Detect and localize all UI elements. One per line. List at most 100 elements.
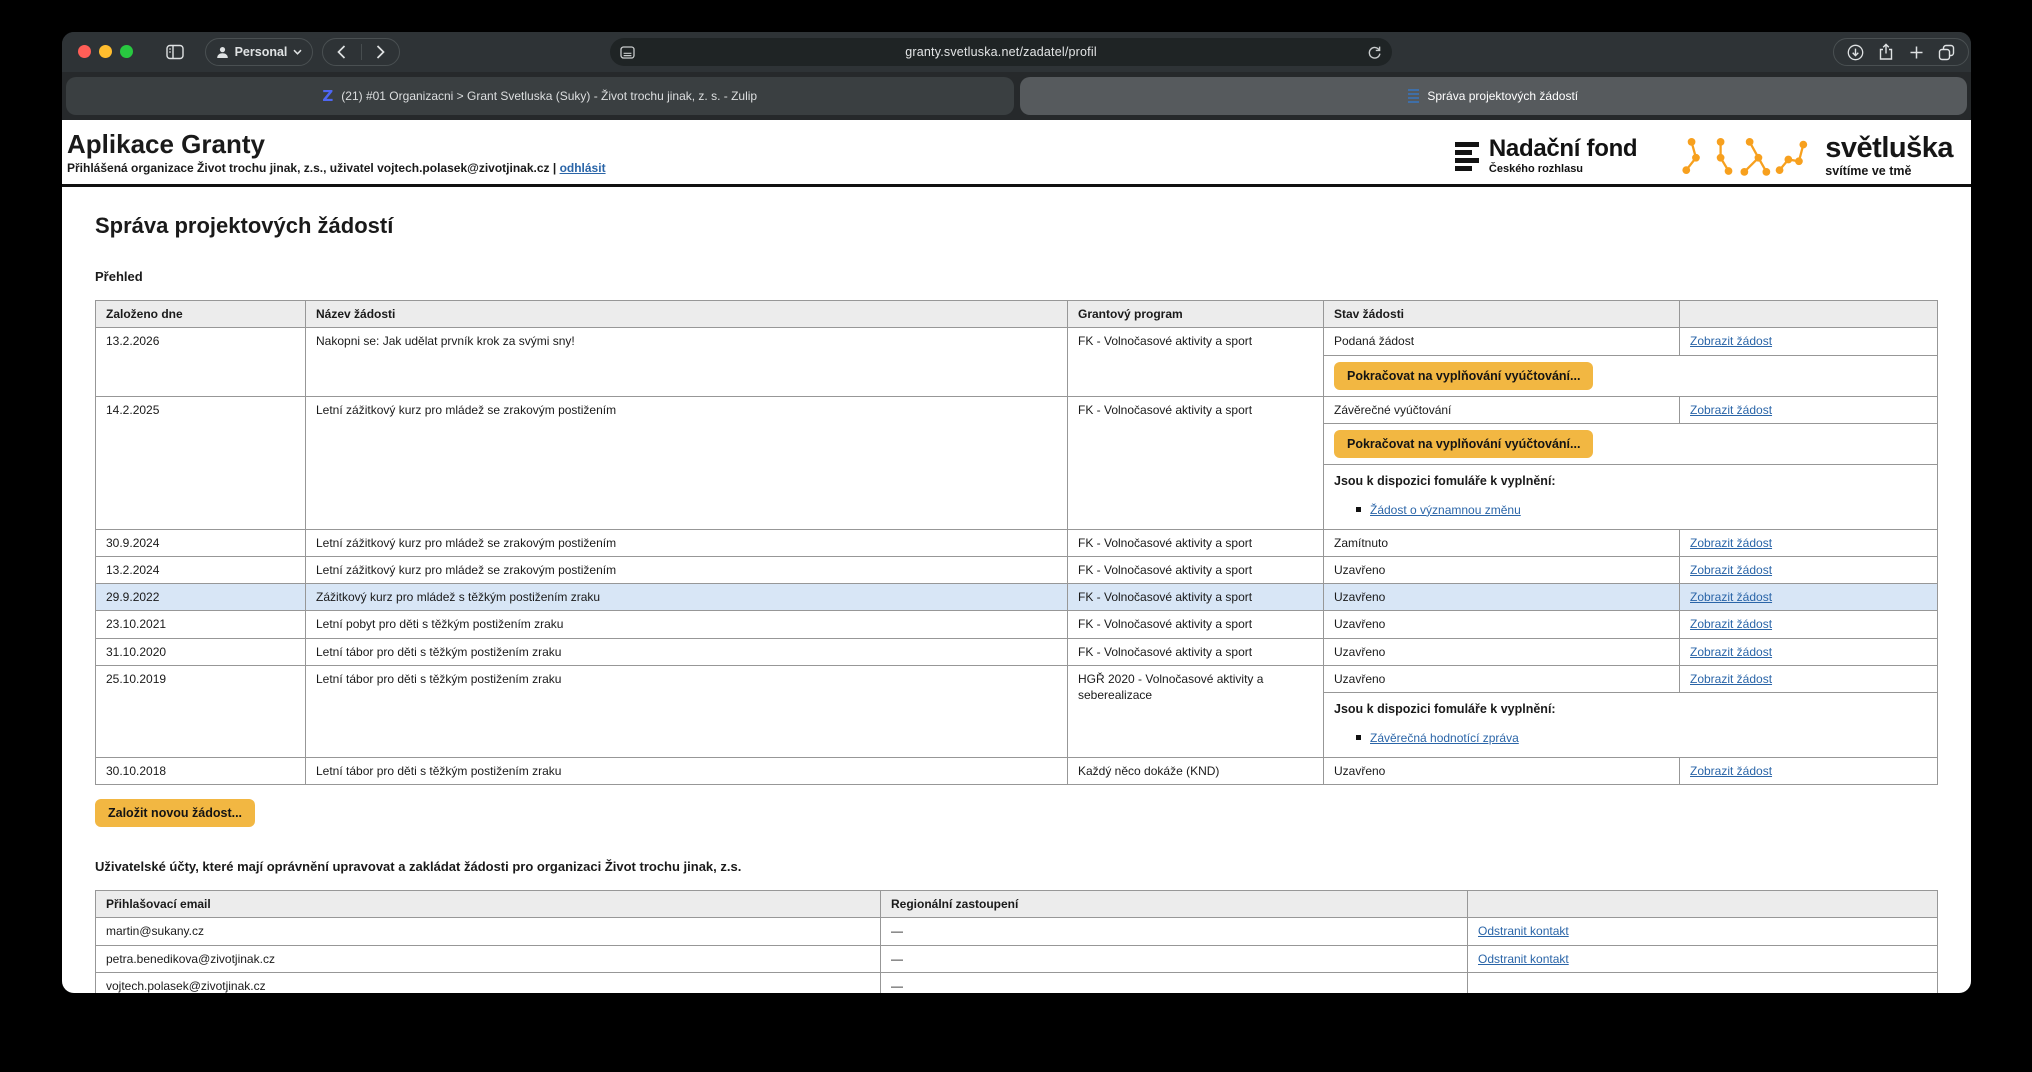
view-request-link[interactable]: Zobrazit žádost: [1690, 590, 1772, 604]
col-status: Stav žádosti: [1324, 301, 1680, 328]
url-text: granty.svetluska.net/zadatel/profil: [905, 45, 1097, 59]
request-program-cell: FK - Volnočasové aktivity a sport: [1068, 557, 1324, 584]
window-controls: [78, 45, 133, 58]
forms-list-item: Závěrečná hodnotící zpráva: [1356, 730, 1927, 746]
address-bar[interactable]: granty.svetluska.net/zadatel/profil: [610, 38, 1392, 66]
chevron-left-icon: [337, 45, 346, 59]
partner-logos: Nadační fond Českého rozhlasu: [1455, 132, 1953, 180]
login-status-text: Přihlášená organizace Život trochu jinak…: [67, 161, 550, 175]
account-email-cell: vojtech.polasek@zivotjinak.cz: [96, 972, 881, 993]
back-button[interactable]: [323, 39, 361, 65]
browser-titlebar: Personal: [62, 32, 1971, 72]
col-region: Regionální zastoupení: [881, 891, 1468, 918]
page-content: Aplikace Granty Přihlášená organizace Ži…: [62, 120, 1971, 993]
request-row: 30.10.2018Letní tábor pro děti s těžkým …: [96, 758, 1938, 785]
form-link[interactable]: Žádost o významnou změnu: [1370, 503, 1521, 517]
account-email-cell: martin@sukany.cz: [96, 918, 881, 945]
request-program-cell: HGŘ 2020 - Volnočasové aktivity a sebere…: [1068, 665, 1324, 757]
logout-link[interactable]: odhlásit: [560, 161, 606, 175]
view-request-link[interactable]: Zobrazit žádost: [1690, 536, 1772, 550]
view-request-link[interactable]: Zobrazit žádost: [1690, 334, 1772, 348]
separator: |: [553, 161, 556, 175]
toolbar-actions: [1833, 38, 1969, 66]
svetluska-sub: svítíme ve tmě: [1825, 164, 1953, 178]
tab-bar: Z (21) #01 Organizacni > Grant Svetluska…: [62, 72, 1971, 120]
close-window-button[interactable]: [78, 45, 91, 58]
forms-heading: Jsou k dispozici fomuláře k vyplnění:: [1334, 473, 1927, 490]
continue-filling-button[interactable]: Pokračovat na vyplňování vyúčtování...: [1334, 362, 1593, 390]
sidebar-toggle-button[interactable]: [158, 38, 192, 66]
nadacni-fond-sub: Českého rozhlasu: [1489, 163, 1637, 175]
col-founded: Založeno dne: [96, 301, 306, 328]
request-action-cell: Zobrazit žádost: [1680, 396, 1938, 423]
request-action-cell: Zobrazit žádost: [1680, 758, 1938, 785]
profile-switcher[interactable]: Personal: [205, 38, 313, 66]
account-action-cell: [1468, 972, 1938, 993]
request-name-cell: Zážitkový kurz pro mládež s těžkým posti…: [306, 584, 1068, 611]
tab-granty-active[interactable]: Správa projektových žádostí: [1020, 77, 1968, 115]
col-email: Přihlašovací email: [96, 891, 881, 918]
account-region-cell: —: [881, 945, 1468, 972]
downloads-button[interactable]: [1847, 44, 1864, 61]
available-forms-cell: Jsou k dispozici fomuláře k vyplnění:Záv…: [1324, 693, 1938, 758]
request-date-cell: 23.10.2021: [96, 611, 306, 638]
request-date-cell: 29.9.2022: [96, 584, 306, 611]
account-email-cell: petra.benedikova@zivotjinak.cz: [96, 945, 881, 972]
share-icon: [1878, 43, 1894, 61]
request-name-cell: Letní zážitkový kurz pro mládež se zrako…: [306, 396, 1068, 529]
chevron-down-icon: [293, 49, 302, 55]
remove-contact-link[interactable]: Odstranit kontakt: [1478, 952, 1569, 966]
view-request-link[interactable]: Zobrazit žádost: [1690, 563, 1772, 577]
minimize-window-button[interactable]: [99, 45, 112, 58]
available-forms-cell: Jsou k dispozici fomuláře k vyplnění: Žád…: [1324, 464, 1938, 529]
request-date-cell: 13.2.2024: [96, 557, 306, 584]
request-name-cell: Letní tábor pro děti s těžkým postižením…: [306, 638, 1068, 665]
person-icon: [216, 46, 229, 59]
svetluska-constellation-icon: [1681, 132, 1813, 180]
share-button[interactable]: [1878, 43, 1894, 61]
view-request-link[interactable]: Zobrazit žádost: [1690, 617, 1772, 631]
tabs-icon: [1938, 44, 1955, 61]
view-request-link[interactable]: Zobrazit žádost: [1690, 764, 1772, 778]
continue-filling-button[interactable]: Pokračovat na vyplňování vyúčtování...: [1334, 430, 1593, 458]
zoom-window-button[interactable]: [120, 45, 133, 58]
request-name-cell: Letní tábor pro děti s těžkým postižením…: [306, 665, 1068, 757]
request-action-cell: Zobrazit žádost: [1680, 665, 1938, 692]
reload-button[interactable]: [1367, 38, 1382, 66]
reader-mode-icon[interactable]: [620, 38, 635, 66]
page-title: Správa projektových žádostí: [95, 213, 1937, 239]
view-request-link[interactable]: Zobrazit žádost: [1690, 672, 1772, 686]
account-region-cell: —: [881, 918, 1468, 945]
request-status-cell: Uzavřeno: [1324, 611, 1680, 638]
granty-favicon-icon: [1408, 89, 1419, 103]
request-name-cell: Letní zážitkový kurz pro mládež se zrako…: [306, 529, 1068, 556]
main-area: Správa projektových žádostí Přehled Zalo…: [95, 213, 1937, 993]
zulip-favicon-icon: Z: [322, 89, 333, 104]
tab-overview-button[interactable]: [1938, 44, 1955, 61]
view-request-link[interactable]: Zobrazit žádost: [1690, 645, 1772, 659]
new-tab-button[interactable]: [1909, 45, 1924, 60]
requests-table-header: Založeno dne Název žádosti Grantový prog…: [96, 301, 1938, 328]
request-name-cell: Letní pobyt pro děti s těžkým postižením…: [306, 611, 1068, 638]
accounts-table-body: martin@sukany.cz—Odstranit kontaktpetra.…: [96, 918, 1938, 993]
requests-table: Založeno dne Název žádosti Grantový prog…: [95, 300, 1938, 785]
forms-list-item: Žádost o významnou změnu: [1356, 502, 1927, 518]
form-link[interactable]: Závěrečná hodnotící zpráva: [1370, 731, 1519, 745]
forms-list: Žádost o významnou změnu: [1356, 502, 1927, 518]
tab-label: (21) #01 Organizacni > Grant Svetluska (…: [341, 89, 757, 103]
svetluska-name: světluška: [1825, 134, 1953, 163]
remove-contact-link[interactable]: Odstranit kontakt: [1478, 924, 1569, 938]
request-status-cell: Uzavřeno: [1324, 665, 1680, 692]
nadacni-fond-name: Nadační fond: [1489, 137, 1637, 161]
overview-heading: Přehled: [95, 269, 1937, 284]
view-request-link[interactable]: Zobrazit žádost: [1690, 403, 1772, 417]
request-program-cell: FK - Volnočasové aktivity a sport: [1068, 584, 1324, 611]
request-row: 29.9.2022Zážitkový kurz pro mládež s těž…: [96, 584, 1938, 611]
request-date-cell: 25.10.2019: [96, 665, 306, 757]
forward-button[interactable]: [361, 39, 399, 65]
tab-zulip[interactable]: Z (21) #01 Organizacni > Grant Svetluska…: [66, 77, 1014, 115]
account-region-cell: —: [881, 972, 1468, 993]
request-action-cell: Zobrazit žádost: [1680, 529, 1938, 556]
request-status-cell: Závěrečné vyúčtování: [1324, 396, 1680, 423]
new-request-button[interactable]: Založit novou žádost...: [95, 799, 255, 827]
